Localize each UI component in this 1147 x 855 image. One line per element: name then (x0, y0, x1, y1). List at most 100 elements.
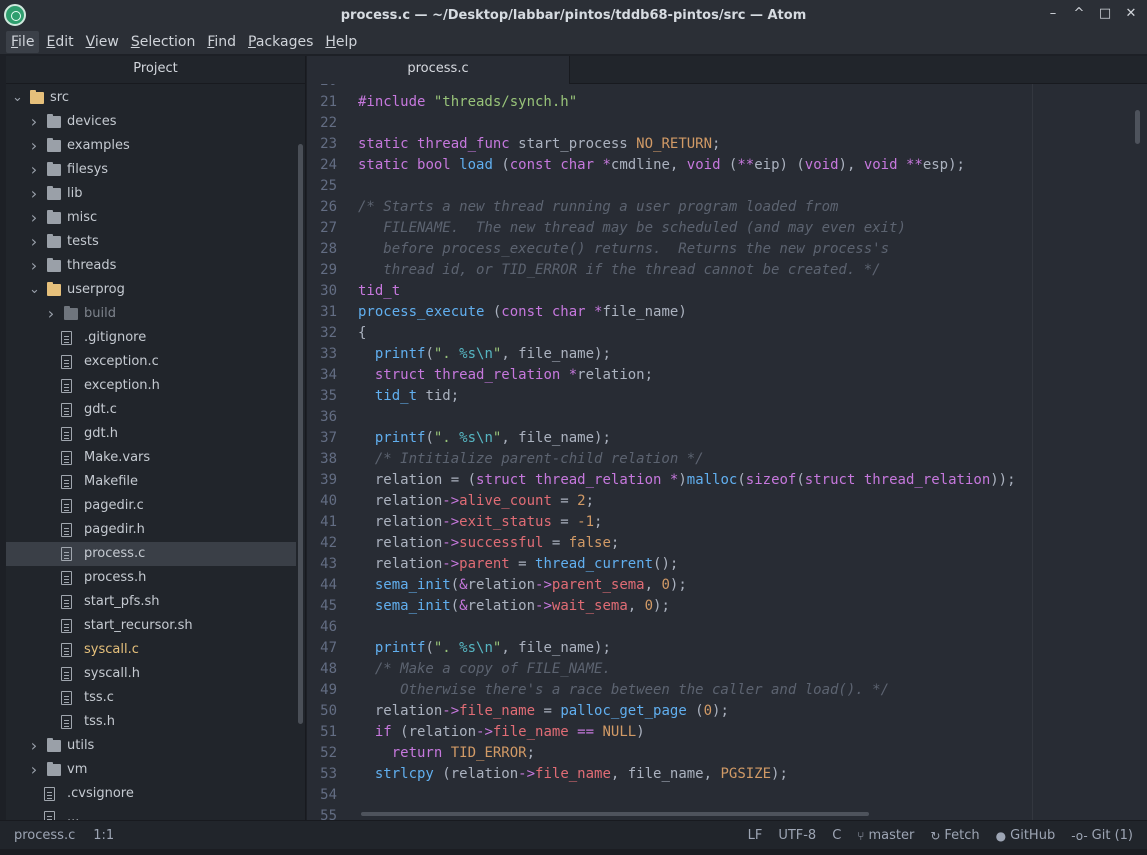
tree-item-examples[interactable]: › examples (6, 134, 296, 158)
atom-logo-icon[interactable] (4, 4, 26, 26)
tree-item-gdt-h[interactable]: gdt.h (6, 422, 296, 446)
code-line[interactable]: 45 sema_init(&relation->wait_sema, 0); (307, 596, 1147, 617)
chevron-right-icon[interactable]: › (29, 734, 39, 758)
code-line[interactable]: 38 /* Intitialize parent-child relation … (307, 449, 1147, 470)
chevron-down-icon[interactable]: ⌄ (12, 86, 23, 110)
tree-item--cvsignore[interactable]: .cvsignore (6, 782, 296, 806)
tree-item-pagedir-h[interactable]: pagedir.h (6, 518, 296, 542)
code-line[interactable]: 35 tid_t tid; (307, 386, 1147, 407)
tree-item-makefile[interactable]: Makefile (6, 470, 296, 494)
chevron-right-icon[interactable]: › (29, 254, 39, 278)
menu-packages[interactable]: Packages (243, 31, 318, 53)
tree-item-userprog[interactable]: ⌄ userprog (6, 278, 296, 302)
code-line[interactable]: 20 (307, 84, 1147, 92)
tree-item-exception-h[interactable]: exception.h (6, 374, 296, 398)
code-line[interactable]: 53 strlcpy (relation->file_name, file_na… (307, 764, 1147, 785)
menu-help[interactable]: Help (320, 31, 362, 53)
code-line[interactable]: 50 relation->file_name = palloc_get_page… (307, 701, 1147, 722)
tree-item-devices[interactable]: › devices (6, 110, 296, 134)
code-line[interactable]: 47 printf(". %s\n", file_name); (307, 638, 1147, 659)
status-github[interactable]: ● GitHub (996, 828, 1056, 843)
chevron-right-icon[interactable]: › (29, 230, 39, 254)
chevron-right-icon[interactable]: › (29, 110, 39, 134)
code-editor[interactable]: 2021#include "threads/synch.h"2223static… (307, 84, 1147, 820)
tree-item-make-vars[interactable]: Make.vars (6, 446, 296, 470)
code-line[interactable]: 23 static thread_func start_process NO_RE… (307, 134, 1147, 155)
shade-icon[interactable]: ^ (1071, 6, 1087, 22)
code-line[interactable]: 32 { (307, 323, 1147, 344)
tree-item-gdt-c[interactable]: gdt.c (6, 398, 296, 422)
code-line[interactable]: 54 (307, 785, 1147, 806)
code-line[interactable]: 25 (307, 176, 1147, 197)
tree-item-process-c[interactable]: process.c (6, 542, 296, 566)
code-line[interactable]: 42 relation->successful = false; (307, 533, 1147, 554)
code-line[interactable]: 49 Otherwise there's a race between the … (307, 680, 1147, 701)
tree-item-vm[interactable]: › vm (6, 758, 296, 782)
code-line[interactable]: 40 relation->alive_count = 2; (307, 491, 1147, 512)
code-line[interactable]: 26 /* Starts a new thread running a user … (307, 197, 1147, 218)
status-file-name[interactable]: process.c (14, 828, 75, 843)
tab-process-c[interactable]: process.c (307, 56, 570, 84)
code-line[interactable]: 44 sema_init(&relation->parent_sema, 0); (307, 575, 1147, 596)
status-cursor-position[interactable]: 1:1 (93, 828, 114, 843)
code-line[interactable]: 21 #include "threads/synch.h" (307, 92, 1147, 113)
menu-selection[interactable]: Selection (126, 31, 201, 53)
editor-horizontal-scrollbar[interactable] (361, 812, 869, 816)
tree-item-exception-c[interactable]: exception.c (6, 350, 296, 374)
code-line[interactable]: 22 (307, 113, 1147, 134)
close-icon[interactable]: ✕ (1123, 6, 1139, 22)
tree-view-header[interactable]: Project (6, 56, 305, 84)
status-fetch[interactable]: ↻ Fetch (930, 828, 979, 843)
code-line[interactable]: 24 static bool load (const char *cmdline,… (307, 155, 1147, 176)
chevron-right-icon[interactable]: › (29, 758, 39, 782)
minimize-icon[interactable]: – (1045, 6, 1061, 22)
chevron-right-icon[interactable]: › (29, 134, 39, 158)
tree-item-utils[interactable]: › utils (6, 734, 296, 758)
editor-vertical-scrollbar[interactable] (1135, 110, 1140, 144)
status-git[interactable]: -o- Git (1) (1071, 828, 1133, 843)
chevron-right-icon[interactable]: › (29, 206, 39, 230)
code-line[interactable]: 48 /* Make a copy of FILE_NAME. (307, 659, 1147, 680)
menu-file[interactable]: File (6, 31, 40, 53)
code-line[interactable]: 52 return TID_ERROR; (307, 743, 1147, 764)
chevron-right-icon[interactable]: › (29, 158, 39, 182)
code-line[interactable]: 27 FILENAME. The new thread may be sched… (307, 218, 1147, 239)
menu-find[interactable]: Find (202, 31, 241, 53)
tree-item-tss-c[interactable]: tss.c (6, 686, 296, 710)
tree-item-filesys[interactable]: › filesys (6, 158, 296, 182)
code-line[interactable]: 41 relation->exit_status = -1; (307, 512, 1147, 533)
tree-item-start-pfs-sh[interactable]: start_pfs.sh (6, 590, 296, 614)
code-line[interactable]: 31 process_execute (const char *file_name… (307, 302, 1147, 323)
tree-item-misc[interactable]: › misc (6, 206, 296, 230)
status-branch[interactable]: ⑂ master (857, 828, 914, 843)
tree-item-process-h[interactable]: process.h (6, 566, 296, 590)
code-line[interactable]: 33 printf(". %s\n", file_name); (307, 344, 1147, 365)
tree-item-threads[interactable]: › threads (6, 254, 296, 278)
tree-scrollbar[interactable] (298, 144, 303, 724)
menu-edit[interactable]: Edit (41, 31, 78, 53)
tree-item-start-recursor-sh[interactable]: start_recursor.sh (6, 614, 296, 638)
code-line[interactable]: 30 tid_t (307, 281, 1147, 302)
code-line[interactable]: 28 before process_execute() returns. Ret… (307, 239, 1147, 260)
tree-item-lib[interactable]: › lib (6, 182, 296, 206)
code-line[interactable]: 46 (307, 617, 1147, 638)
tree-item--gitignore[interactable]: .gitignore (6, 326, 296, 350)
tree-item-tests[interactable]: › tests (6, 230, 296, 254)
code-line[interactable]: 34 struct thread_relation *relation; (307, 365, 1147, 386)
code-line[interactable]: 39 relation = (struct thread_relation *)… (307, 470, 1147, 491)
tree-item-pagedir-c[interactable]: pagedir.c (6, 494, 296, 518)
status-line-ending[interactable]: LF (748, 828, 763, 843)
chevron-down-icon[interactable]: ⌄ (29, 278, 40, 302)
code-line[interactable]: 43 relation->parent = thread_current(); (307, 554, 1147, 575)
maximize-icon[interactable]: □ (1097, 6, 1113, 22)
tree-item--[interactable]: ... (6, 806, 296, 820)
code-line[interactable]: 29 thread id, or TID_ERROR if the thread… (307, 260, 1147, 281)
code-line[interactable]: 51 if (relation->file_name == NULL) (307, 722, 1147, 743)
tree-item-syscall-c[interactable]: syscall.c (6, 638, 296, 662)
chevron-right-icon[interactable]: › (29, 182, 39, 206)
chevron-right-icon[interactable]: › (46, 302, 56, 326)
status-grammar[interactable]: C (832, 828, 841, 843)
tree-item-tss-h[interactable]: tss.h (6, 710, 296, 734)
tree-item-build[interactable]: › build (6, 302, 296, 326)
code-line[interactable]: 37 printf(". %s\n", file_name); (307, 428, 1147, 449)
